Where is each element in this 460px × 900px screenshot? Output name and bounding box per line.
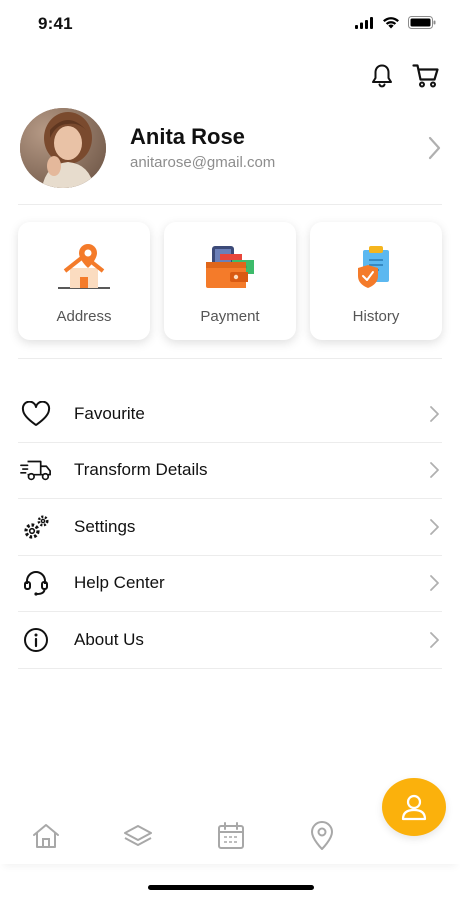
profile-name: Anita Rose xyxy=(130,124,245,149)
layers-icon xyxy=(124,825,152,846)
info-icon xyxy=(20,624,52,656)
address-label: Address xyxy=(56,308,112,325)
address-card[interactable]: Address xyxy=(18,222,150,340)
history-label: History xyxy=(352,308,400,325)
top-actions xyxy=(368,62,440,90)
heart-icon xyxy=(20,398,52,430)
status-icons xyxy=(355,16,436,29)
headset-icon xyxy=(20,567,52,599)
battery-icon xyxy=(408,16,436,29)
profile-header[interactable]: Anita Rose anitarose@gmail.com xyxy=(18,108,448,188)
cart-button[interactable] xyxy=(412,62,440,90)
chevron-right-icon xyxy=(430,518,439,535)
menu-item-favourite[interactable]: Favourite xyxy=(18,386,442,443)
nav-calendar[interactable] xyxy=(215,820,247,852)
menu-item-label: Settings xyxy=(74,516,136,536)
divider xyxy=(18,358,442,359)
cart-icon xyxy=(412,64,439,88)
home-icon xyxy=(33,824,59,848)
status-bar: 9:41 xyxy=(0,0,460,48)
payment-card[interactable]: Payment xyxy=(164,222,296,340)
menu-item-label: Favourite xyxy=(74,403,145,423)
delivery-truck-icon xyxy=(20,454,52,486)
menu-item-label: About Us xyxy=(74,629,144,649)
user-icon xyxy=(401,794,427,821)
location-pin-icon xyxy=(311,821,333,850)
chevron-right-icon xyxy=(430,631,439,648)
nav-layers[interactable] xyxy=(122,820,154,852)
menu-list: Favourite Transform Details Settings Hel… xyxy=(18,386,442,669)
nav-location[interactable] xyxy=(306,820,338,852)
calendar-icon xyxy=(218,822,244,849)
divider xyxy=(18,204,442,205)
chevron-right-icon xyxy=(430,462,439,479)
gears-icon xyxy=(20,511,52,543)
menu-item-help-center[interactable]: Help Center xyxy=(18,556,442,612)
profile-fab-button[interactable] xyxy=(382,778,446,836)
notification-button[interactable] xyxy=(368,62,396,90)
nav-home[interactable] xyxy=(30,820,62,852)
profile-email: anitarose@gmail.com xyxy=(130,154,276,171)
chevron-right-icon xyxy=(428,136,441,160)
avatar xyxy=(20,108,106,188)
chevron-right-icon xyxy=(430,405,439,422)
payment-label: Payment xyxy=(200,308,260,325)
history-card[interactable]: History xyxy=(310,222,442,340)
chevron-right-icon xyxy=(430,575,439,592)
menu-item-settings[interactable]: Settings xyxy=(18,499,442,556)
home-indicator xyxy=(148,885,314,890)
clipboard-icon xyxy=(348,242,404,294)
menu-item-label: Transform Details xyxy=(74,460,208,480)
quick-action-cards: Address Payment History xyxy=(18,222,442,340)
status-time: 9:41 xyxy=(38,14,73,33)
wallet-icon xyxy=(202,242,258,294)
house-location-icon xyxy=(56,242,112,294)
wifi-icon xyxy=(383,17,399,29)
menu-item-about-us[interactable]: About Us xyxy=(18,612,442,669)
menu-item-label: Help Center xyxy=(74,573,165,593)
menu-item-transform-details[interactable]: Transform Details xyxy=(18,443,442,499)
bell-icon xyxy=(372,64,392,88)
signal-icon xyxy=(355,16,373,29)
